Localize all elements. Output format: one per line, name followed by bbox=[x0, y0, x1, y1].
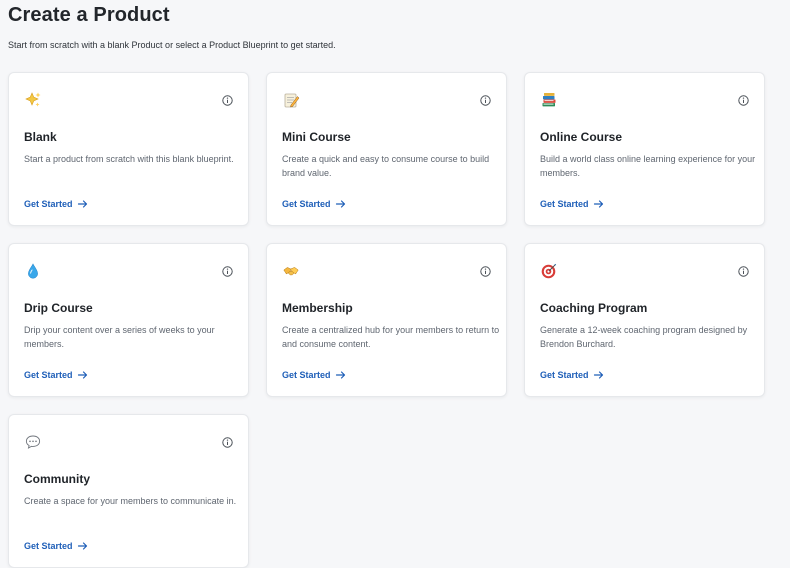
arrow-right-icon bbox=[593, 371, 604, 379]
card-title: Community bbox=[24, 472, 90, 486]
get-started-link[interactable]: Get Started bbox=[282, 198, 346, 210]
arrow-right-icon bbox=[77, 371, 88, 379]
product-card-mini-course[interactable]: Mini Course Create a quick and easy to c… bbox=[266, 72, 507, 226]
speech-bubble-icon bbox=[24, 433, 42, 451]
card-title: Blank bbox=[24, 130, 57, 144]
arrow-right-icon bbox=[335, 371, 346, 379]
info-icon[interactable] bbox=[738, 95, 749, 106]
card-description: Create a quick and easy to consume cours… bbox=[282, 154, 490, 178]
info-icon[interactable] bbox=[738, 266, 749, 277]
product-card-membership[interactable]: Membership Create a centralized hub for … bbox=[266, 243, 507, 397]
get-started-label: Get Started bbox=[540, 370, 589, 380]
product-card-online-course[interactable]: Online Course Build a world class online… bbox=[524, 72, 765, 226]
product-card-community[interactable]: Community Create a space for your member… bbox=[8, 414, 249, 568]
info-icon[interactable] bbox=[480, 95, 491, 106]
get-started-link[interactable]: Get Started bbox=[24, 369, 88, 381]
card-title: Mini Course bbox=[282, 130, 351, 144]
droplet-icon bbox=[24, 262, 42, 280]
target-icon bbox=[540, 262, 558, 280]
product-card-blank[interactable]: Blank Start a product from scratch with … bbox=[8, 72, 249, 226]
arrow-right-icon bbox=[593, 200, 604, 208]
info-icon[interactable] bbox=[222, 437, 233, 448]
card-description: Build a world class online learning expe… bbox=[540, 154, 756, 178]
sparkles-icon bbox=[24, 91, 42, 109]
arrow-right-icon bbox=[335, 200, 346, 208]
get-started-label: Get Started bbox=[540, 199, 589, 209]
card-description: Create a space for your members to commu… bbox=[24, 496, 237, 506]
get-started-label: Get Started bbox=[24, 370, 73, 380]
card-description: Generate a 12-week coaching program desi… bbox=[540, 325, 748, 349]
info-icon[interactable] bbox=[222, 266, 233, 277]
card-description: Start a product from scratch with this b… bbox=[24, 154, 234, 164]
books-icon bbox=[540, 91, 558, 109]
card-title: Drip Course bbox=[24, 301, 93, 315]
memo-icon bbox=[282, 91, 300, 109]
get-started-label: Get Started bbox=[24, 199, 73, 209]
product-blueprint-grid: Blank Start a product from scratch with … bbox=[8, 72, 766, 568]
card-title: Membership bbox=[282, 301, 353, 315]
handshake-icon bbox=[282, 262, 300, 280]
card-description: Create a centralized hub for your member… bbox=[282, 325, 500, 349]
card-description: Drip your content over a series of weeks… bbox=[24, 325, 215, 349]
get-started-label: Get Started bbox=[282, 199, 331, 209]
get-started-link[interactable]: Get Started bbox=[540, 369, 604, 381]
get-started-link[interactable]: Get Started bbox=[24, 540, 88, 552]
card-title: Coaching Program bbox=[540, 301, 648, 315]
get-started-label: Get Started bbox=[24, 541, 73, 551]
get-started-link[interactable]: Get Started bbox=[540, 198, 604, 210]
get-started-link[interactable]: Get Started bbox=[282, 369, 346, 381]
page-title: Create a Product bbox=[8, 4, 170, 26]
info-icon[interactable] bbox=[222, 95, 233, 106]
get-started-label: Get Started bbox=[282, 370, 331, 380]
info-icon[interactable] bbox=[480, 266, 491, 277]
get-started-link[interactable]: Get Started bbox=[24, 198, 88, 210]
arrow-right-icon bbox=[77, 542, 88, 550]
product-card-coaching-program[interactable]: Coaching Program Generate a 12-week coac… bbox=[524, 243, 765, 397]
card-title: Online Course bbox=[540, 130, 623, 144]
arrow-right-icon bbox=[77, 200, 88, 208]
product-card-drip-course[interactable]: Drip Course Drip your content over a ser… bbox=[8, 243, 249, 397]
page-subtitle: Start from scratch with a blank Product … bbox=[8, 40, 336, 50]
